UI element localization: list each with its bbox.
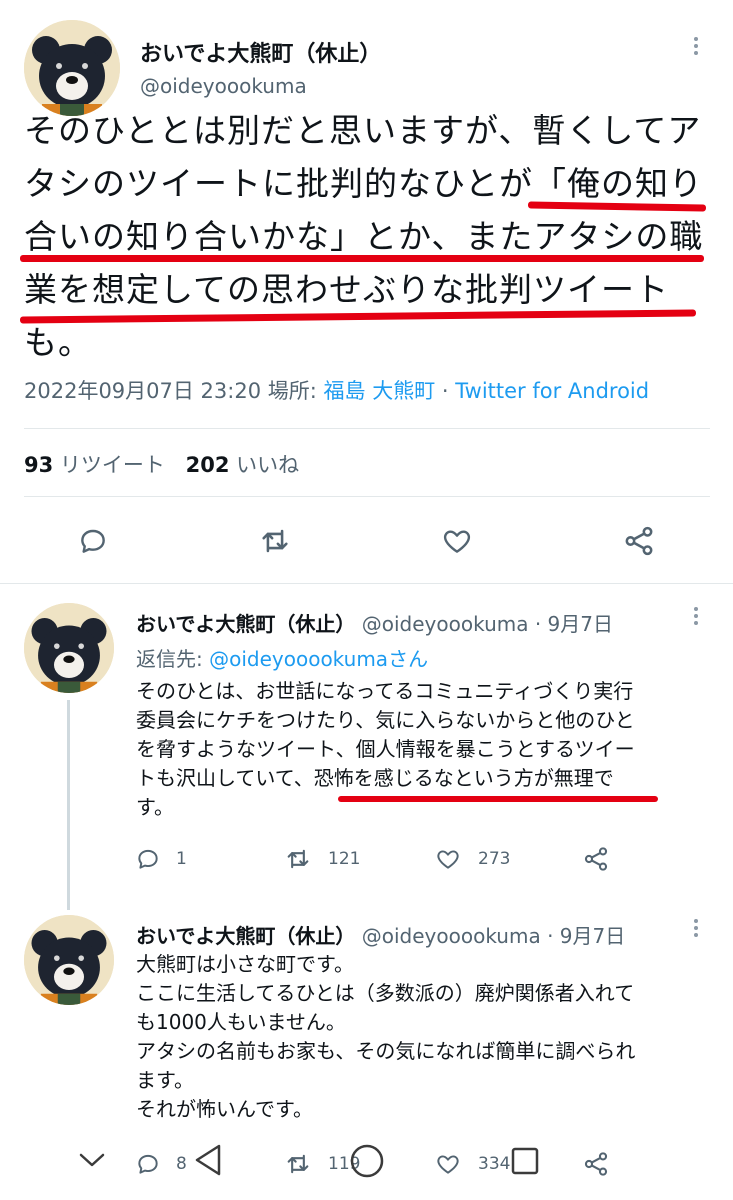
tweet-text-line: そのひとは、お世話になってるコミュニティづくり実行 xyxy=(136,679,634,703)
reply-to-link[interactable]: @oideyooookumaさん xyxy=(209,647,428,671)
more-vertical-icon[interactable] xyxy=(694,34,698,58)
divider xyxy=(0,583,733,584)
source-link[interactable]: Twitter for Android xyxy=(455,379,649,403)
avatar[interactable] xyxy=(24,20,120,116)
bear-avatar-image xyxy=(24,20,120,116)
heart-icon[interactable] xyxy=(434,1150,462,1178)
tweet-text-line: アタシの名前もお家も、その気になれば簡単に調べられ xyxy=(136,1039,636,1063)
back-triangle-icon[interactable] xyxy=(190,1142,226,1178)
heart-icon[interactable] xyxy=(434,845,462,873)
location-label: 場所: xyxy=(267,379,317,403)
more-vertical-icon[interactable] xyxy=(694,916,698,940)
tweet-stats: 93 リツイート 202 いいね xyxy=(24,449,299,479)
tweet-meta: 2022年09月07日 23:20 場所: 福島 大熊町 · Twitter f… xyxy=(24,375,649,405)
tweet-text-line: も。 xyxy=(24,323,92,362)
reply-count: 1 xyxy=(176,849,187,869)
retweets-count: 93 xyxy=(24,453,54,477)
tweet-text-line: も1000人もいません。 xyxy=(136,1010,346,1034)
location-link[interactable]: 福島 大熊町 xyxy=(324,379,436,403)
meta-separator: · xyxy=(441,379,449,403)
reply-icon[interactable] xyxy=(134,1150,162,1178)
chevron-down-icon[interactable] xyxy=(76,1146,108,1174)
tweet-text-line: ここに生活してるひとは（多数派の）廃炉関係者入れて xyxy=(136,981,635,1005)
share-icon[interactable] xyxy=(582,1150,610,1178)
handle[interactable]: @oideyoookuma xyxy=(140,74,307,98)
tweet-text-line: 委員会にケチをつけたり、気に入らないからと他のひと xyxy=(136,708,635,732)
tweet-text-line: 業を想定しての思わせぶりな批判ツイート xyxy=(24,270,670,309)
divider xyxy=(24,496,710,497)
bear-avatar-image xyxy=(24,603,114,693)
retweet-icon[interactable] xyxy=(284,845,312,873)
retweet-icon[interactable] xyxy=(284,1150,312,1178)
avatar[interactable] xyxy=(24,603,114,693)
retweets-label: リツイート xyxy=(59,453,165,477)
reply-header: おいでよ大熊町（休止） @oideyoookuma · 9月7日 xyxy=(136,608,613,637)
likes-label: いいね xyxy=(236,453,300,477)
likes-stat[interactable]: 202 いいね xyxy=(186,453,300,477)
more-vertical-icon[interactable] xyxy=(694,604,698,628)
tweet-text-line: それが怖いんです。 xyxy=(136,1097,313,1121)
tweet-text-line: 大熊町は小さな町です。 xyxy=(136,952,354,976)
reply-to: 返信先: @oideyooookumaさん xyxy=(136,643,428,672)
handle-date[interactable]: @oideyoookuma · 9月7日 xyxy=(362,612,613,636)
avatar[interactable] xyxy=(24,915,114,1005)
reply-count: 8 xyxy=(176,1154,187,1174)
divider xyxy=(24,428,710,429)
retweets-stat[interactable]: 93 リツイート xyxy=(24,453,172,477)
recents-square-icon[interactable] xyxy=(508,1144,542,1178)
display-name[interactable]: おいでよ大熊町（休止） xyxy=(140,36,381,68)
likes-count: 202 xyxy=(185,453,230,477)
tweet-text: そのひととは別だと思いますが、暫くしてア タシのツイートに批判的なひとが「俺の知… xyxy=(24,104,724,369)
retweet-count: 121 xyxy=(328,849,361,869)
heart-icon[interactable] xyxy=(438,522,476,560)
tweet-text: 大熊町は小さな町です。 ここに生活してるひとは（多数派の）廃炉関係者入れて も1… xyxy=(136,950,716,1124)
share-icon[interactable] xyxy=(582,845,610,873)
highlight-underline xyxy=(338,796,658,802)
reply-icon[interactable] xyxy=(134,845,162,873)
home-circle-icon[interactable] xyxy=(348,1142,386,1180)
tweet-text-line: そのひととは別だと思いますが、暫くしてア xyxy=(24,111,702,150)
reply-header: おいでよ大熊町（休止） @oideyooookuma · 9月7日 xyxy=(136,920,625,949)
highlight-underline xyxy=(20,255,704,262)
handle-date[interactable]: @oideyooookuma · 9月7日 xyxy=(362,924,625,948)
retweet-icon[interactable] xyxy=(256,522,294,560)
reply-icon[interactable] xyxy=(74,522,112,560)
tweet-text-line: ます。 xyxy=(136,1068,194,1092)
thread-line xyxy=(67,700,70,910)
display-name[interactable]: おいでよ大熊町（休止） xyxy=(136,924,355,948)
tweet-text-line: トも沢山していて、恐怖を感じるなという方が無理で xyxy=(136,766,614,790)
like-count: 273 xyxy=(478,849,511,869)
bear-avatar-image xyxy=(24,915,114,1005)
share-icon[interactable] xyxy=(620,522,658,560)
reply-to-label: 返信先: xyxy=(136,647,203,671)
display-name[interactable]: おいでよ大熊町（休止） xyxy=(136,612,355,636)
timestamp[interactable]: 2022年09月07日 23:20 xyxy=(24,379,261,403)
like-count: 334 xyxy=(478,1154,511,1174)
tweet-text-line: を脅すようなツイート、個人情報を暴こうとするツイー xyxy=(136,737,635,761)
